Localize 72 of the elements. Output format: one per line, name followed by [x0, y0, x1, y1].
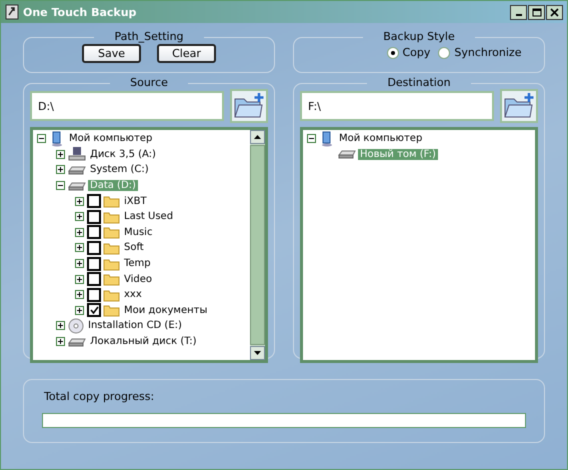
- folder-icon: [103, 194, 120, 208]
- progress-label: Total copy progress:: [44, 390, 156, 403]
- computer-icon: [319, 130, 335, 147]
- tree-item[interactable]: Video: [122, 274, 154, 285]
- checkbox[interactable]: [87, 210, 101, 224]
- radio-option[interactable]: Synchronize: [438, 46, 522, 59]
- scroll-down-icon[interactable]: [254, 351, 261, 355]
- folder-icon: [103, 256, 120, 271]
- checkbox[interactable]: [87, 272, 101, 286]
- path-button[interactable]: Save: [82, 44, 141, 63]
- expander-icon[interactable]: [75, 243, 85, 252]
- expander-icon[interactable]: [37, 134, 47, 144]
- expander-icon[interactable]: [56, 165, 66, 174]
- cd-icon: [68, 318, 84, 334]
- tree-item[interactable]: Installation CD (E:): [86, 320, 184, 332]
- expander-icon[interactable]: [75, 290, 85, 300]
- expander-icon[interactable]: [56, 321, 66, 330]
- path-button[interactable]: Clear: [157, 44, 216, 63]
- checkbox[interactable]: [87, 225, 101, 240]
- tree-item[interactable]: Мой компьютер: [67, 133, 154, 144]
- group-title: Destination: [386, 77, 452, 89]
- folder-icon: [103, 240, 120, 255]
- folder-icon: [103, 272, 120, 286]
- checkbox[interactable]: [87, 303, 101, 318]
- tree-item[interactable]: xxx: [122, 289, 144, 300]
- tree-item[interactable]: Диск 3,5 (A:): [88, 148, 158, 160]
- app-icon: [5, 4, 19, 20]
- folder-icon: [103, 210, 120, 224]
- folder-icon: [103, 288, 120, 302]
- folder-icon: [103, 303, 120, 318]
- folder-icon: [103, 225, 120, 240]
- maximize-icon: [532, 8, 542, 16]
- tree-item[interactable]: Music: [122, 226, 154, 238]
- expander-icon[interactable]: [56, 337, 66, 346]
- close-icon: [550, 8, 559, 16]
- tree-item[interactable]: Локальный диск (T:): [88, 336, 199, 348]
- expander-icon[interactable]: [307, 134, 317, 144]
- maximize-button[interactable]: [528, 4, 545, 20]
- floppy-drive-icon: [68, 146, 86, 162]
- tree-item[interactable]: Мой компьютер: [337, 133, 424, 144]
- path-field[interactable]: D:\: [30, 91, 224, 121]
- checkbox[interactable]: [87, 194, 101, 208]
- expander-icon[interactable]: [75, 228, 85, 237]
- tree-item[interactable]: Temp: [122, 258, 153, 270]
- expander-icon[interactable]: [75, 212, 85, 222]
- expander-icon[interactable]: [56, 181, 66, 190]
- expander-icon[interactable]: [56, 150, 66, 159]
- expander-icon[interactable]: [75, 259, 85, 268]
- checkbox[interactable]: [87, 288, 101, 302]
- tree-item[interactable]: Мои документы: [122, 304, 210, 316]
- scrollbar[interactable]: [250, 130, 265, 360]
- path-field[interactable]: F:\: [300, 91, 494, 121]
- computer-icon: [49, 130, 65, 147]
- tree-item[interactable]: Soft: [122, 242, 146, 254]
- expander-icon[interactable]: [75, 306, 85, 315]
- tree-item[interactable]: System (C:): [88, 164, 151, 176]
- group-title: Path_Setting: [113, 31, 185, 43]
- add-folder-button[interactable]: [500, 89, 538, 123]
- checkbox[interactable]: [87, 256, 101, 271]
- expander-icon[interactable]: [75, 196, 85, 206]
- group-title: Source: [129, 77, 169, 89]
- add-folder-button[interactable]: [230, 89, 268, 123]
- scroll-up-icon[interactable]: [254, 135, 261, 139]
- group-title: Backup Style: [382, 31, 456, 43]
- tree-item[interactable]: iXBT: [122, 196, 149, 207]
- checkbox[interactable]: [87, 240, 101, 255]
- close-button[interactable]: [546, 4, 563, 20]
- expander-icon[interactable]: [75, 274, 85, 284]
- minimize-button[interactable]: [510, 4, 527, 20]
- radio-option[interactable]: Copy: [386, 46, 430, 59]
- window-title: One Touch Backup: [23, 6, 138, 18]
- tree-item[interactable]: Last Used: [122, 211, 176, 222]
